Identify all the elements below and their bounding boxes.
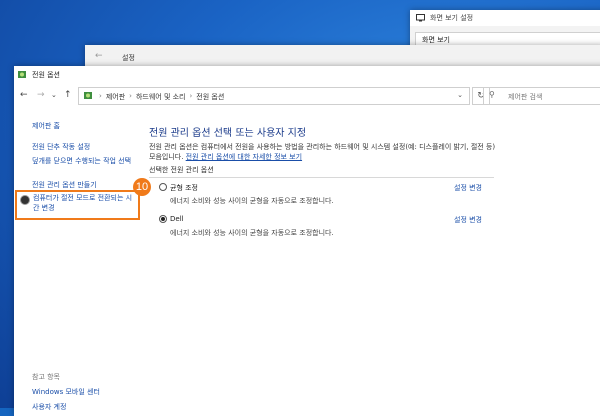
settings-window-title: 설정 <box>122 54 135 62</box>
sidebar-item-power-button[interactable]: 전원 단추 작동 설정 <box>32 142 90 152</box>
sidebar: 제어판 홈 전원 단추 작동 설정 덮개를 닫으면 수행되는 작업 선택 전원 … <box>14 106 134 416</box>
selected-plan-section-header: 선택한 전원 관리 옵션 <box>149 165 494 178</box>
sidebar-item-sleep-time[interactable]: 컴퓨터가 절전 모드로 전환되는 시간 변경 <box>33 193 133 213</box>
plan-dell-change-link[interactable]: 설정 변경 <box>454 215 482 225</box>
main-window-titlebar[interactable]: 전원 옵션 <box>14 66 600 82</box>
search-icon: ⚲ <box>489 90 495 99</box>
plan-balanced-radio[interactable] <box>159 183 167 191</box>
page-description: 전원 관리 옵션은 컴퓨터에서 전원을 사용하는 방법을 관리하는 하드웨어 및… <box>149 143 496 161</box>
back-icon[interactable]: ← <box>20 90 28 100</box>
breadcrumb-hardware-sound[interactable]: 하드웨어 및 소리 <box>136 92 186 102</box>
page-title: 전원 관리 옵션 선택 또는 사용자 지정 <box>149 128 307 139</box>
sidebar-item-lid-close[interactable]: 덮개를 닫으면 수행되는 작업 선택 <box>32 156 132 166</box>
plan-dell-desc: 에너지 소비와 성능 사이의 균형을 자동으로 조정합니다. <box>170 229 334 237</box>
power-options-icon <box>18 71 26 78</box>
breadcrumb: › 제어판 › 하드웨어 및 소리 › 전원 옵션 <box>99 92 225 102</box>
sleep-moon-icon <box>20 195 30 205</box>
sidebar-item-mobility-center[interactable]: Windows 모바일 센터 <box>32 387 100 397</box>
address-bar[interactable]: › 제어판 › 하드웨어 및 소리 › 전원 옵션 ⌄ <box>78 87 470 105</box>
search-input[interactable]: ⚲ 제어판 검색 <box>483 87 600 105</box>
forward-icon[interactable]: → <box>37 90 45 100</box>
step-number-badge: 10 <box>133 178 151 196</box>
main-window-title: 전원 옵션 <box>32 71 60 79</box>
plan-dell-name: Dell <box>170 215 184 223</box>
breadcrumb-control-panel[interactable]: 제어판 <box>106 92 125 102</box>
sidebar-home[interactable]: 제어판 홈 <box>32 121 60 131</box>
display-window-titlebar[interactable]: 화면 보기 설정 <box>410 10 600 26</box>
display-window-title: 화면 보기 설정 <box>430 14 474 22</box>
chevron-down-icon[interactable]: ⌄ <box>51 91 57 99</box>
plan-balanced-desc: 에너지 소비와 성능 사이의 균형을 자동으로 조정합니다. <box>170 197 334 205</box>
sidebar-item-create-plan[interactable]: 전원 관리 옵션 만들기 <box>32 180 97 190</box>
more-info-link[interactable]: 전원 관리 옵션에 대한 자세한 정보 보기 <box>186 153 302 161</box>
address-dropdown-icon[interactable]: ⌄ <box>457 91 463 99</box>
power-options-window[interactable]: 전원 옵션 ← → ⌄ ↑ › 제어판 › 하드웨어 및 소리 › 전원 옵션 … <box>14 66 600 416</box>
see-also-header: 참고 항목 <box>32 373 60 381</box>
control-panel-icon <box>84 92 92 99</box>
monitor-icon <box>416 14 425 22</box>
back-arrow-icon[interactable]: ← <box>95 51 103 61</box>
sidebar-item-user-accounts[interactable]: 사용자 계정 <box>32 402 66 412</box>
navigation-bar: ← → ⌄ ↑ › 제어판 › 하드웨어 및 소리 › 전원 옵션 ⌄ ↻ ⚲ … <box>14 86 600 106</box>
plan-balanced-change-link[interactable]: 설정 변경 <box>454 183 482 193</box>
up-arrow-icon[interactable]: ↑ <box>64 90 72 100</box>
plan-balanced-name: 균형 조정 <box>170 184 198 192</box>
plan-dell-radio[interactable] <box>159 215 167 223</box>
breadcrumb-power-options[interactable]: 전원 옵션 <box>196 92 224 102</box>
